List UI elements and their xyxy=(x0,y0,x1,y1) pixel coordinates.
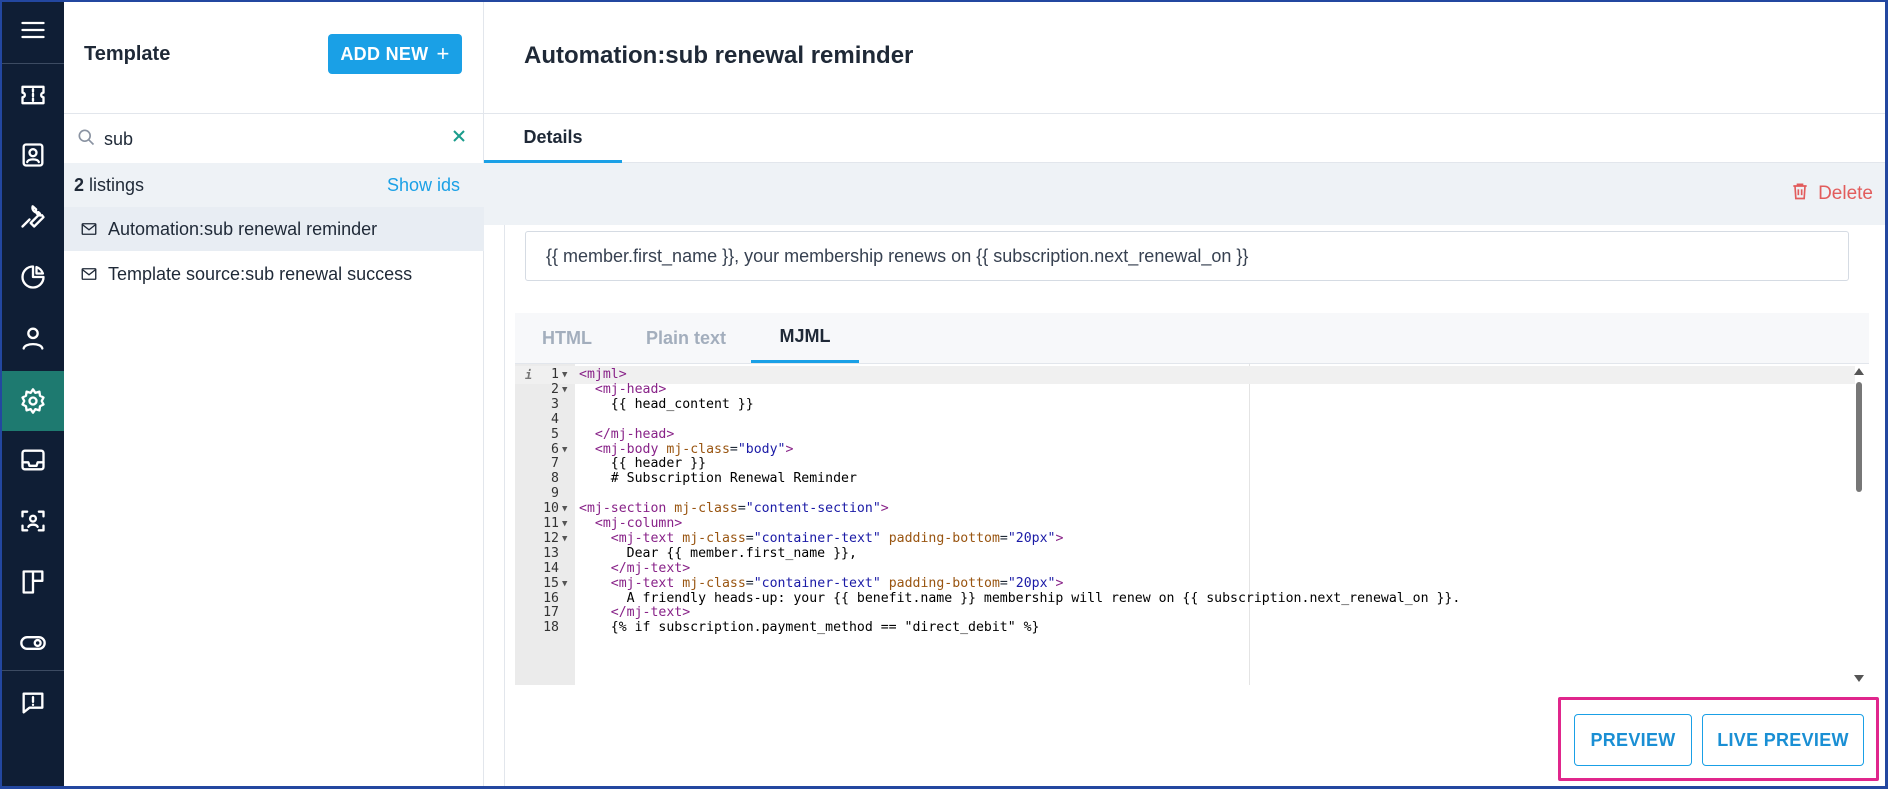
face-scan-icon[interactable] xyxy=(2,493,64,549)
user-icon[interactable] xyxy=(2,310,64,366)
envelope-icon xyxy=(80,220,98,238)
plus-icon: + xyxy=(436,41,450,66)
tab-plain-text[interactable]: Plain text xyxy=(619,313,753,363)
line-number: 18 xyxy=(543,620,559,636)
search-bar xyxy=(64,113,484,163)
code-text: {% if subscription.payment_method == "di… xyxy=(579,620,1040,636)
envelope-icon xyxy=(80,265,98,283)
code-line[interactable]: 18 {% if subscription.payment_method == … xyxy=(515,619,1855,637)
list-item-label: Template source:sub renewal success xyxy=(108,263,413,284)
list-item[interactable]: Automation:sub renewal reminder xyxy=(64,207,484,251)
contact-card-icon[interactable] xyxy=(2,127,64,183)
subject-input[interactable] xyxy=(525,231,1849,281)
inbox-icon[interactable] xyxy=(2,432,64,488)
clear-search-icon[interactable] xyxy=(449,126,469,146)
scroll-up-icon[interactable] xyxy=(1854,368,1864,375)
list-item[interactable]: Template source:sub renewal success xyxy=(64,252,484,296)
show-ids-link[interactable]: Show ids xyxy=(387,175,460,196)
preview-button[interactable]: PREVIEW xyxy=(1574,714,1692,766)
wrench-icon[interactable] xyxy=(2,188,64,244)
ticket-icon[interactable] xyxy=(2,67,64,123)
app-window: Template ADD NEW + 2 listings Show ids A xyxy=(0,0,1888,789)
tab-html[interactable]: HTML xyxy=(515,313,619,363)
action-bar: Delete xyxy=(484,163,1885,225)
listing-count: 2 listings xyxy=(74,175,145,195)
delete-label: Delete xyxy=(1818,183,1873,204)
live-preview-button[interactable]: LIVE PREVIEW xyxy=(1702,714,1864,766)
template-editor: HTML Plain text MJML i 1 ▼ <mjml> 2 ▼ <mj-hea… xyxy=(515,313,1869,685)
tab-details[interactable]: Details xyxy=(484,114,622,163)
template-detail: Automation:sub renewal reminder Details … xyxy=(484,2,1885,786)
trash-icon xyxy=(1790,181,1810,207)
search-icon xyxy=(76,127,96,147)
search-input[interactable] xyxy=(102,124,446,154)
code-scrollbar[interactable] xyxy=(1853,366,1865,684)
icon-sidebar xyxy=(2,2,64,786)
panel-title: Template xyxy=(84,43,171,65)
layout-board-icon[interactable] xyxy=(2,554,64,610)
pie-chart-icon[interactable] xyxy=(2,249,64,305)
list-item-label: Automation:sub renewal reminder xyxy=(108,218,378,239)
delete-button[interactable]: Delete xyxy=(1790,181,1873,207)
scroll-down-icon[interactable] xyxy=(1854,675,1864,682)
listing-summary-bar: 2 listings Show ids xyxy=(64,163,484,207)
settings-gear-icon[interactable] xyxy=(2,371,64,431)
code-editor[interactable]: i 1 ▼ <mjml> 2 ▼ <mj-head> 3 {{ head_content }… xyxy=(515,363,1869,685)
scroll-thumb[interactable] xyxy=(1856,382,1862,492)
page-title: Automation:sub renewal reminder xyxy=(524,42,914,69)
detail-tabs: Details xyxy=(484,113,1885,163)
feedback-message-icon[interactable] xyxy=(2,675,64,731)
toggle-icon[interactable] xyxy=(2,615,64,671)
add-new-label: ADD NEW xyxy=(340,43,429,64)
template-list-panel: Template ADD NEW + 2 listings Show ids A xyxy=(64,2,484,786)
tab-mjml[interactable]: MJML xyxy=(751,313,859,363)
add-new-button[interactable]: ADD NEW + xyxy=(328,34,462,74)
menu-icon[interactable] xyxy=(2,2,64,58)
